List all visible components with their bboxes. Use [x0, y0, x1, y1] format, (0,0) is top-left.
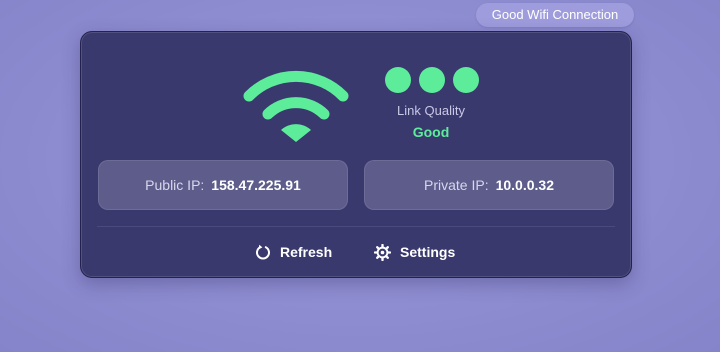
private-ip-card: Private IP: 10.0.0.32 — [364, 160, 614, 210]
wifi-icon — [243, 70, 349, 142]
settings-label: Settings — [400, 244, 456, 260]
refresh-label: Refresh — [280, 244, 333, 260]
gear-icon — [374, 243, 391, 261]
public-ip-label: Public IP: — [145, 177, 205, 193]
settings-button[interactable]: Settings — [374, 241, 455, 263]
quality-dot — [419, 67, 445, 93]
link-quality-label: Link Quality — [397, 103, 465, 118]
quality-dot — [385, 67, 411, 93]
private-ip-value: 10.0.0.32 — [495, 177, 554, 193]
public-ip-card: Public IP: 158.47.225.91 — [98, 160, 348, 210]
link-quality-dots — [385, 67, 481, 93]
public-ip-value: 158.47.225.91 — [211, 177, 301, 193]
connection-tooltip: Good Wifi Connection — [476, 3, 634, 27]
private-ip-label: Private IP: — [424, 177, 489, 193]
link-quality-value: Good — [412, 124, 450, 140]
refresh-button[interactable]: Refresh — [255, 241, 332, 263]
quality-dot — [453, 67, 479, 93]
divider — [97, 226, 615, 227]
refresh-icon — [256, 244, 270, 260]
network-status-panel: Link Quality Good Public IP: 158.47.225.… — [80, 31, 632, 278]
